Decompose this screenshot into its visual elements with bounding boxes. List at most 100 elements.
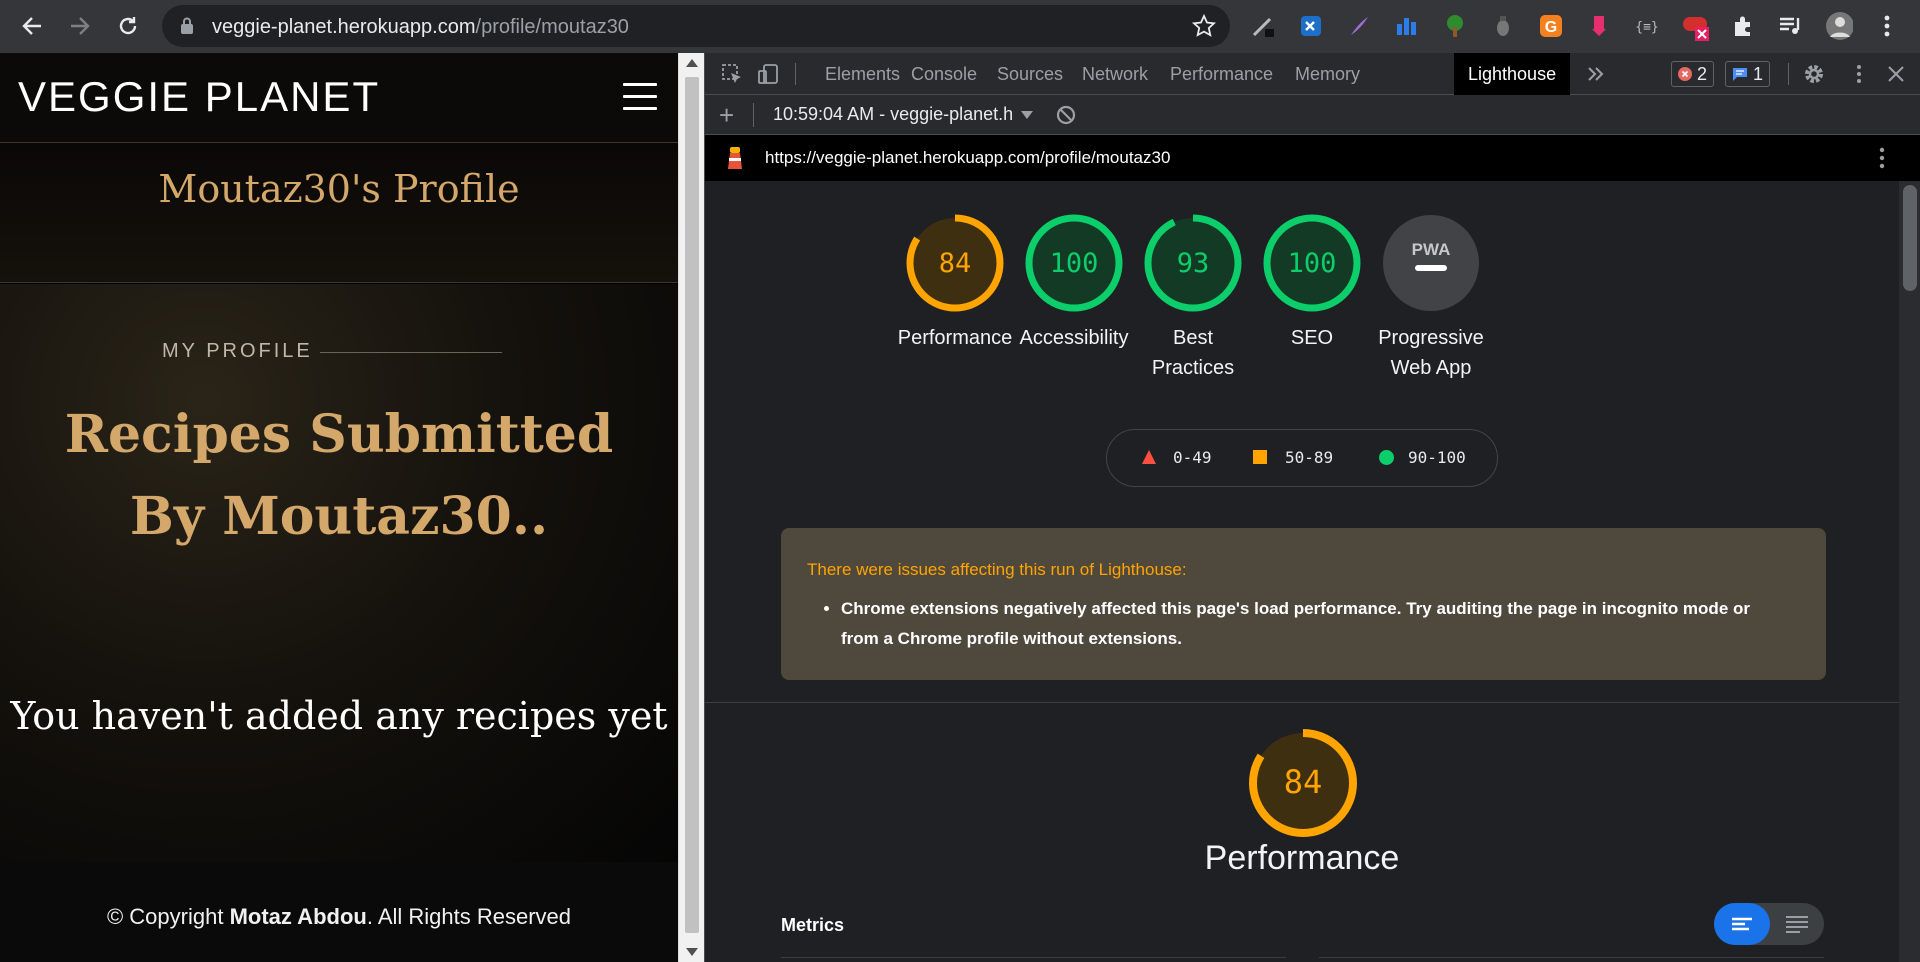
profile-header: Moutaz30's Profile — [0, 143, 678, 283]
lighthouse-logo-icon — [728, 147, 742, 169]
gauge-score-accessibility: 100 — [1050, 248, 1099, 279]
extension-bottle-icon[interactable] — [1489, 12, 1517, 40]
site-navbar: VEGGIE PLANET — [0, 53, 678, 143]
error-icon — [1678, 67, 1692, 81]
legend-average-square-icon — [1253, 450, 1267, 464]
extension-tree-icon[interactable] — [1441, 12, 1469, 40]
run-issues-warning: There were issues affecting this run of … — [781, 528, 1826, 680]
reload-button[interactable] — [110, 8, 146, 44]
devtools-kebab-icon[interactable] — [1846, 62, 1872, 86]
error-count: 2 — [1697, 63, 1708, 84]
profile-avatar-icon[interactable] — [1825, 12, 1853, 40]
error-count-badge[interactable]: 2 — [1671, 61, 1715, 87]
devtools-tabbar: Elements Console Sources Network Perform… — [705, 53, 1920, 95]
tab-performance[interactable]: Performance — [1156, 53, 1287, 95]
score-legend: 0-49 50-89 90-100 — [1106, 429, 1498, 487]
copyright-author: Motaz Abdou — [229, 904, 367, 929]
forward-arrow-icon — [71, 17, 90, 35]
hamburger-menu-icon[interactable] — [623, 83, 657, 111]
copyright-suffix: . All Rights Reserved — [366, 904, 572, 929]
tab-sources[interactable]: Sources — [983, 53, 1077, 95]
scrollbar-thumb[interactable] — [685, 77, 699, 933]
performance-section-title: Performance — [1204, 839, 1400, 877]
report-menu-kebab-icon[interactable] — [1879, 147, 1885, 169]
copyright-text: © Copyright Motaz Abdou. All Rights Rese… — [0, 904, 678, 930]
report-dropdown-icon[interactable] — [1021, 111, 1033, 119]
close-devtools-icon[interactable] — [1883, 62, 1909, 86]
inspect-element-icon[interactable] — [719, 62, 745, 86]
empty-recipes-message: You haven't added any recipes yet — [10, 694, 668, 738]
pwa-badge-text: PWA — [1412, 240, 1451, 259]
legend-range-average: 50-89 — [1285, 448, 1334, 467]
gauge-label-line: Progressive — [1378, 327, 1484, 349]
toggle-compact-option[interactable] — [1714, 903, 1770, 945]
profile-title: Moutaz30's Profile — [158, 167, 520, 211]
page-scrollbar[interactable] — [678, 53, 704, 962]
gauge-ring-pwa: PWA — [1383, 215, 1479, 311]
gauge-score-performance: 84 — [939, 248, 972, 279]
metrics-label: Metrics — [781, 915, 845, 935]
message-icon — [1733, 68, 1747, 81]
reload-icon — [119, 17, 137, 35]
legend-range-fail: 0-49 — [1173, 448, 1212, 467]
clear-reports-icon[interactable] — [1055, 104, 1077, 126]
media-queue-icon[interactable] — [1777, 12, 1805, 40]
forward-button[interactable] — [62, 8, 98, 44]
address-bar[interactable]: veggie-planet.herokuapp.com/profile/mout… — [162, 5, 1230, 47]
site-brand[interactable]: VEGGIE PLANET — [18, 73, 380, 121]
gauge-pwa[interactable]: PWA Progressive Web App — [1361, 213, 1501, 383]
metrics-view-toggle[interactable] — [1714, 903, 1824, 945]
legend-range-pass: 90-100 — [1408, 448, 1466, 467]
extension-red-icon[interactable] — [1681, 12, 1709, 41]
extension-feather-icon[interactable] — [1345, 12, 1373, 40]
message-count-badge[interactable]: 1 — [1725, 61, 1771, 87]
issue-item: Chrome extensions negatively affected th… — [841, 594, 1781, 654]
tab-lighthouse[interactable]: Lighthouse — [1454, 53, 1571, 95]
browser-menu-icon[interactable] — [1873, 12, 1901, 40]
gauge-ring-accessibility: 100 — [1025, 214, 1123, 312]
extension-braces-icon[interactable]: {≡} — [1633, 12, 1661, 40]
expanded-view-icon[interactable] — [1784, 915, 1810, 933]
profile-content: MY PROFILE Recipes Submitted By Moutaz30… — [0, 284, 678, 862]
report-scrollbar-thumb[interactable] — [1903, 185, 1917, 291]
scroll-down-arrow-icon[interactable] — [686, 948, 698, 956]
copyright-prefix: © Copyright — [106, 904, 230, 929]
lighthouse-report: 84 Performance 100 Accessibility 93 Best Pract… — [705, 181, 1899, 962]
device-toolbar-icon[interactable] — [755, 62, 781, 86]
lock-icon — [181, 17, 193, 34]
svg-text:{≡}: {≡} — [1635, 20, 1658, 35]
report-scrollbar[interactable] — [1899, 181, 1920, 962]
pwa-dash-icon — [1415, 265, 1447, 271]
more-tabs-chevron-icon[interactable] — [1583, 62, 1609, 86]
browser-toolbar: veggie-planet.herokuapp.com/profile/mout… — [0, 0, 1920, 53]
tab-network[interactable]: Network — [1068, 53, 1162, 95]
back-button[interactable] — [14, 8, 50, 44]
extensions-puzzle-icon[interactable] — [1729, 12, 1757, 40]
extension-pink-icon[interactable] — [1585, 12, 1613, 40]
extension-g-icon[interactable]: G — [1537, 12, 1565, 40]
issues-list: Chrome extensions negatively affected th… — [841, 594, 1781, 654]
bookmark-star-icon[interactable] — [1192, 14, 1216, 38]
extension-pen-icon[interactable] — [1249, 12, 1277, 40]
extension-bars-icon[interactable] — [1393, 12, 1421, 40]
report-selector[interactable]: 10:59:04 AM - veggie-planet.h — [773, 104, 1013, 125]
performance-score-gauge[interactable]: 84 — [1247, 727, 1359, 839]
settings-gear-icon[interactable] — [1801, 62, 1827, 86]
tab-memory[interactable]: Memory — [1281, 53, 1374, 95]
site-footer: © Copyright Motaz Abdou. All Rights Rese… — [0, 862, 678, 962]
tab-separator — [795, 63, 796, 85]
gauge-score-seo: 100 — [1288, 248, 1337, 279]
legend-pass-circle-icon — [1379, 450, 1394, 465]
gauge-label-pwa: Progressive Web App — [1361, 323, 1501, 383]
gauge-label-line: Practices — [1151, 357, 1235, 379]
url-path: /profile/moutaz30 — [475, 16, 629, 38]
extension-vscode-icon[interactable] — [1297, 12, 1325, 40]
lighthouse-audited-url[interactable]: https://veggie-planet.herokuapp.com/prof… — [765, 148, 1170, 168]
scroll-up-arrow-icon[interactable] — [686, 59, 698, 67]
gauge-score-best-practices: 93 — [1177, 248, 1210, 279]
section-label: MY PROFILE — [162, 340, 313, 362]
new-report-plus-icon[interactable]: + — [719, 100, 734, 131]
tab-separator — [1788, 63, 1789, 85]
tab-console[interactable]: Console — [897, 53, 991, 95]
gauge-ring-best-practices: 93 — [1144, 214, 1242, 312]
